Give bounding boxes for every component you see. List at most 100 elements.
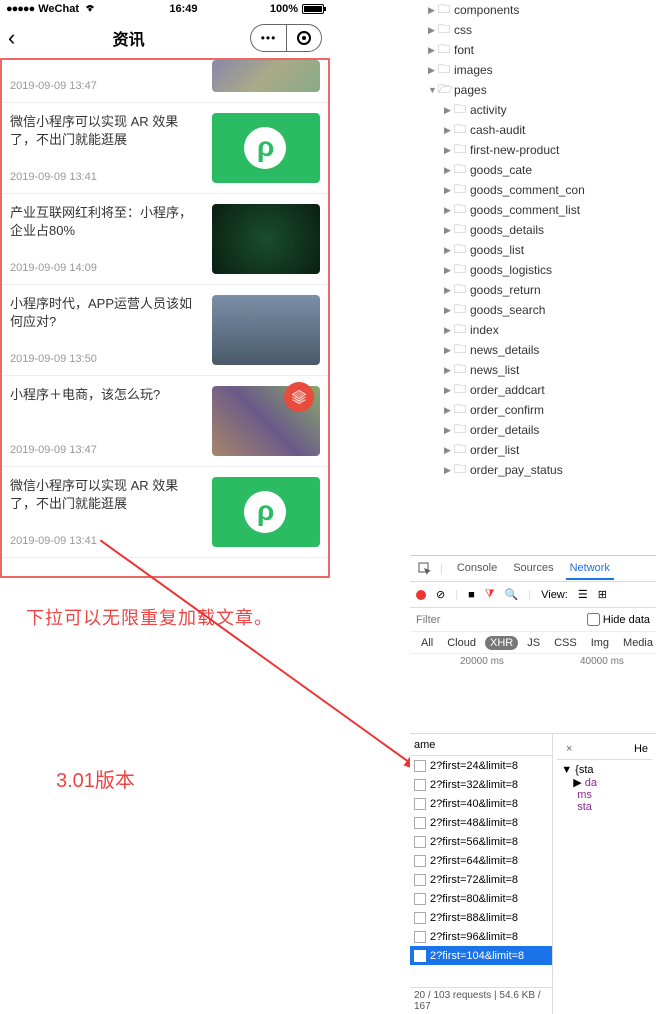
folder-icon: 🗀 [454,220,468,241]
expand-icon[interactable]: ▶ [428,65,438,76]
request-row[interactable]: 2?first=64&limit=8 [410,851,552,870]
close-icon[interactable]: × [561,743,577,755]
network-timeline[interactable]: 20000 ms 40000 ms [410,654,656,734]
article-item[interactable]: 小程序时代，APP运营人员该如何应对? 2019-09-09 13:50 [2,285,328,376]
expand-icon[interactable]: ▶ [444,385,454,396]
expand-icon[interactable]: ▼ [428,85,438,95]
tree-folder[interactable]: ▶🗀goods_list [410,240,656,260]
tree-folder[interactable]: ▶🗀goods_comment_list [410,200,656,220]
search-icon[interactable]: 🔍 [505,588,519,601]
expand-icon[interactable]: ▶ [444,185,454,196]
request-row[interactable]: 2?first=72&limit=8 [410,870,552,889]
expand-icon[interactable]: ▶ [444,345,454,356]
article-item[interactable]: 2019-09-09 13:47 [2,60,328,103]
type-filter-img[interactable]: Img [586,636,614,650]
request-row[interactable]: 2?first=32&limit=8 [410,775,552,794]
expand-icon[interactable]: ▶ [444,165,454,176]
tree-folder[interactable]: ▶🗀css [410,20,656,40]
expand-icon[interactable]: ▶ [428,25,438,36]
article-feed[interactable]: 2019-09-09 13:47 微信小程序可以实现 AR 效果了，不出门就能逛… [0,58,330,578]
tree-folder[interactable]: ▶🗀goods_details [410,220,656,240]
request-url: 2?first=64&limit=8 [430,855,518,867]
article-item[interactable]: 微信小程序可以实现 AR 效果了，不出门就能逛展 2019-09-09 13:4… [2,103,328,194]
expand-icon[interactable]: ▶ [444,145,454,156]
tree-folder[interactable]: ▶🗀order_details [410,420,656,440]
tree-folder[interactable]: ▶🗀order_addcart [410,380,656,400]
tree-folder[interactable]: ▶🗀components [410,0,656,20]
type-filter-cloud[interactable]: Cloud [442,636,481,650]
tree-folder[interactable]: ▶🗀order_list [410,440,656,460]
expand-icon[interactable]: ▶ [444,285,454,296]
type-filter-css[interactable]: CSS [549,636,582,650]
tree-folder[interactable]: ▶🗀goods_cate [410,160,656,180]
expand-icon[interactable]: ▶ [444,265,454,276]
tree-folder[interactable]: ▶🗀index [410,320,656,340]
article-item[interactable]: 产业互联网红利将至：小程序，企业占80% 2019-09-09 14:09 [2,194,328,285]
article-item[interactable]: 小程序＋电商，该怎么玩? 2019-09-09 13:47 [2,376,328,467]
expand-icon[interactable]: ▶ [444,445,454,456]
tree-folder[interactable]: ▶🗀font [410,40,656,60]
expand-icon[interactable]: ▶ [444,205,454,216]
tree-folder[interactable]: ▶🗀goods_return [410,280,656,300]
tree-folder[interactable]: ▶🗀order_pay_status [410,460,656,480]
request-row[interactable]: 2?first=24&limit=8 [410,756,552,775]
clear-icon[interactable]: ⊘ [436,588,445,601]
expand-icon[interactable]: ▶ [444,245,454,256]
type-filter-media[interactable]: Media [618,636,656,650]
tree-folder[interactable]: ▶🗀goods_logistics [410,260,656,280]
tree-folder[interactable]: ▶🗀goods_comment_con [410,180,656,200]
expand-icon[interactable]: ▶ [444,325,454,336]
type-filter-js[interactable]: JS [522,636,545,650]
floating-action-button[interactable] [284,382,314,412]
folder-icon: 🗀 [454,100,468,121]
tree-folder[interactable]: ▶🗀goods_search [410,300,656,320]
tab-sources[interactable]: Sources [509,558,557,580]
expand-icon[interactable]: ▶ [444,305,454,316]
filter-icon[interactable]: ⧩ [485,588,495,601]
request-row[interactable]: 2?first=56&limit=8 [410,832,552,851]
type-filter-xhr[interactable]: XHR [485,636,518,650]
tree-folder[interactable]: ▶🗀news_details [410,340,656,360]
expand-icon[interactable]: ▶ [428,45,438,56]
expand-icon[interactable]: ▶ [444,225,454,236]
list-view-icon[interactable]: ☰ [578,588,588,601]
tab-headers[interactable]: He [634,743,648,755]
tree-folder-pages[interactable]: ▼ 🗁 pages [410,80,656,100]
type-filter-all[interactable]: All [416,636,438,650]
request-row[interactable]: 2?first=40&limit=8 [410,794,552,813]
expand-icon[interactable]: ▶ [444,105,454,116]
capsule-close-button[interactable] [286,24,322,52]
request-row[interactable]: 2?first=96&limit=8 [410,927,552,946]
devtools-tabbar: | Console Sources Network [410,556,656,582]
expand-icon[interactable]: ▶ [444,425,454,436]
expand-icon[interactable]: ▶ [444,405,454,416]
article-thumbnail [212,204,320,274]
tree-folder[interactable]: ▶🗀order_confirm [410,400,656,420]
request-row[interactable]: 2?first=104&limit=8 [410,946,552,965]
back-button[interactable]: ‹ [8,25,15,51]
capsule-more-button[interactable]: ••• [250,24,286,52]
filter-input[interactable] [416,614,587,626]
tree-folder[interactable]: ▶🗀first-new-product [410,140,656,160]
article-thumbnail [212,295,320,365]
tree-folder[interactable]: ▶🗀images [410,60,656,80]
camera-icon[interactable]: ■ [468,589,475,601]
column-name[interactable]: ame [414,739,435,751]
request-row[interactable]: 2?first=80&limit=8 [410,889,552,908]
hide-data-checkbox[interactable]: Hide data [587,613,650,626]
expand-icon[interactable]: ▶ [428,5,438,16]
tab-network[interactable]: Network [566,558,614,580]
request-row[interactable]: 2?first=48&limit=8 [410,813,552,832]
request-row[interactable]: 2?first=88&limit=8 [410,908,552,927]
tree-folder[interactable]: ▶🗀cash-audit [410,120,656,140]
inspect-icon[interactable] [416,560,434,578]
article-item[interactable]: 微信小程序可以实现 AR 效果了，不出门就能逛展 2019-09-09 13:4… [2,467,328,558]
expand-icon[interactable]: ▶ [444,465,454,476]
expand-icon[interactable]: ▶ [444,365,454,376]
tab-console[interactable]: Console [453,558,501,580]
record-button[interactable] [416,590,426,600]
tree-folder[interactable]: ▶🗀news_list [410,360,656,380]
expand-icon[interactable]: ▶ [444,125,454,136]
tree-folder[interactable]: ▶🗀activity [410,100,656,120]
grid-view-icon[interactable]: ⊞ [598,588,607,601]
